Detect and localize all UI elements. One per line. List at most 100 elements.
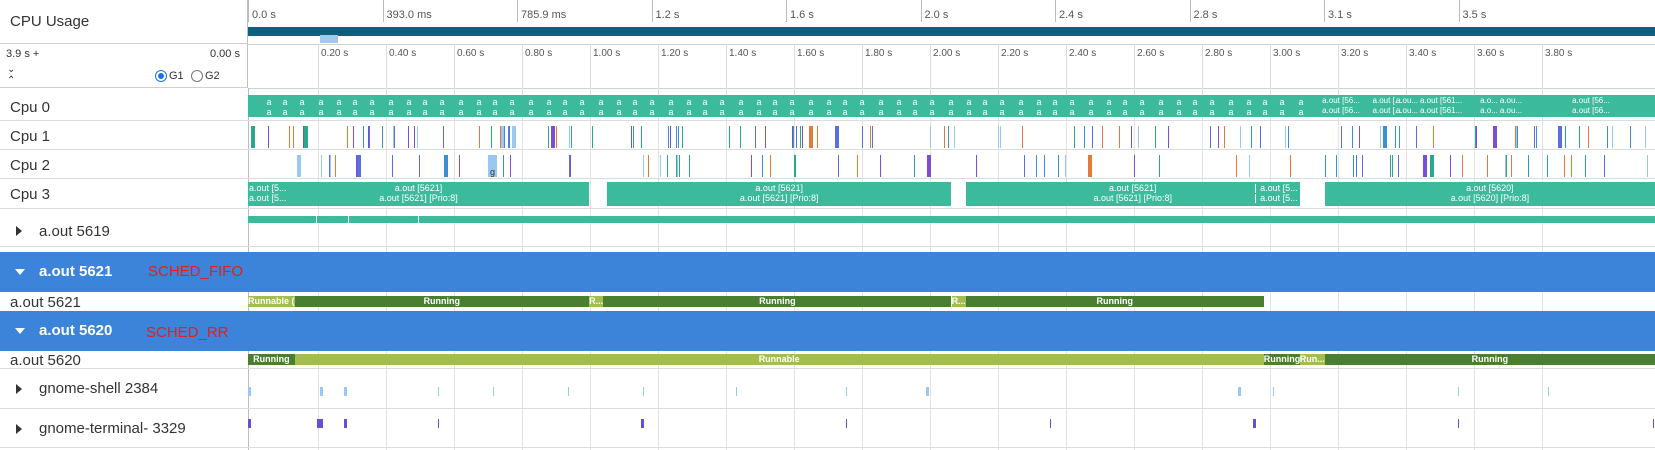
cpu1-mark[interactable] [267,126,269,148]
cpu1-mark[interactable] [491,126,493,148]
cpu1-mark[interactable] [1167,126,1169,148]
expand-chevron-icon[interactable]: ⌃ [7,75,15,86]
gnome-terminal-mark[interactable] [846,419,847,428]
cpu2-mark[interactable] [510,155,512,177]
cpu1-mark[interactable] [1415,126,1417,148]
radio-unselected-icon[interactable] [191,70,203,82]
thread-state-slice[interactable]: Running [294,296,589,307]
cpu0-slice[interactable]: a a [893,97,905,117]
cpu1-mark[interactable] [678,126,680,148]
cpu1-mark[interactable] [740,126,742,148]
cpu2-mark[interactable] [1355,155,1357,177]
cpu2-mark[interactable] [1065,155,1067,177]
cpu1-mark[interactable] [1630,126,1632,148]
cpu1-mark[interactable] [1492,126,1497,148]
cpu2-mark[interactable] [1449,155,1451,177]
cpu0-slice[interactable]: a a [716,97,728,117]
cpu1-mark[interactable] [1218,126,1220,148]
gnome-terminal-mark[interactable] [1653,419,1654,428]
summary-bar[interactable] [248,216,1655,223]
cpu0-slice[interactable]: a a [419,97,431,117]
cpu1-mark[interactable] [998,126,1000,148]
cpu1-mark[interactable] [1022,126,1024,148]
cpu0-slice[interactable]: a a [1136,97,1148,117]
cpu1-mark[interactable] [479,126,481,148]
overview-usage-bar[interactable] [248,27,1655,36]
cpu1-mark[interactable] [681,126,683,148]
cpu0-slice[interactable]: a a [296,97,308,117]
cpu0-slice[interactable]: a a [839,97,851,117]
cpu2-mark[interactable] [458,155,460,177]
cpu1-mark[interactable] [872,126,874,148]
cpu2-mark[interactable] [1158,155,1160,177]
cpu2-mark[interactable] [678,155,680,177]
thread-state-slice[interactable]: Run... [1299,354,1325,365]
cpu2-mark[interactable] [1235,155,1237,177]
cpu0-slice[interactable]: a a [613,97,625,117]
cpu2-mark[interactable] [1646,155,1648,177]
cpu1-mark[interactable] [556,126,558,148]
thread-state-slice[interactable]: Runnable (... [248,296,295,307]
cpu1-mark[interactable] [551,126,556,148]
cpu1-mark[interactable] [353,126,355,148]
cpu2-mark[interactable] [1546,155,1548,177]
cpu2-mark[interactable] [1486,155,1488,177]
cpu2-mark[interactable] [321,155,323,177]
cpu1-mark[interactable] [1284,126,1286,148]
gnome-terminal-mark[interactable] [248,419,251,428]
cpu2-mark[interactable] [794,155,796,177]
gnome-shell-mark[interactable] [344,387,347,396]
expand-arrow-icon[interactable] [16,424,22,434]
cpu2-mark[interactable] [857,155,859,177]
cpu0-slice[interactable]: a a [1189,97,1201,117]
cpu2-mark[interactable] [570,155,572,177]
gnome-terminal-mark[interactable] [1458,419,1459,428]
gnome-shell-mark[interactable] [736,387,737,396]
thread-state-slice[interactable]: Running [1324,354,1655,365]
cpu0-track[interactable]: a aa aa aa aa aa aa aa aa aa aa aa aa aa… [248,95,1655,117]
cpu1-mark[interactable] [861,126,863,148]
cpu0-slice[interactable]: a a [1066,97,1078,117]
cpu2-mark[interactable] [355,155,357,177]
process-5619-summary[interactable] [248,216,1655,224]
gnome-shell-mark[interactable] [643,387,644,396]
cpu1-mark[interactable] [948,126,950,148]
cpu1-mark[interactable] [289,126,291,148]
cpu0-slice[interactable]: a a [1225,97,1237,117]
cpu3-slice[interactable]: a.out [5620] a.out [5620] [Prio:8] [1324,182,1655,206]
gnome-terminal-mark[interactable] [344,419,347,428]
cpu2-mark[interactable] [1429,155,1434,177]
cpu0-slice[interactable]: a a [1155,97,1167,117]
cpu0-slice[interactable]: a a [1243,97,1255,117]
cpu0-slice[interactable]: a a [1295,97,1307,117]
cpu1-mark[interactable] [442,126,444,148]
cpu1-mark[interactable] [640,126,642,148]
cpu0-slice[interactable]: a a [699,97,711,117]
cpu0-slice[interactable]: a a [403,97,415,117]
collapse-arrow-icon[interactable] [15,328,25,334]
cpu2-mark[interactable] [1528,155,1530,177]
cpu0-slice[interactable]: a a [979,97,991,117]
cpu0-slice[interactable]: a a [1049,97,1061,117]
cpu0-slice[interactable]: a a [489,97,501,117]
cpu0-slice[interactable]: a a [385,97,397,117]
cpu2-mark[interactable] [643,155,645,177]
cpu1-mark[interactable] [1210,126,1212,148]
cpu0-slice[interactable]: a a [576,97,588,117]
cpu1-mark[interactable] [1358,126,1360,148]
cpu1-mark[interactable] [801,126,803,148]
cpu2-mark[interactable] [443,155,448,177]
gnome-shell-mark[interactable] [493,387,494,396]
cpu0-slice[interactable]: a a [1259,97,1271,117]
cpu1-mark[interactable] [1288,126,1290,148]
cpu0-slice[interactable]: a a [436,97,448,117]
cpu3-slice[interactable]: a.out [5621] a.out [5621] [Prio:8] a.out [… [248,182,589,206]
cpu2-track[interactable]: g [248,153,1655,177]
thread-state-slice[interactable]: Running [603,296,952,307]
process-row-5621[interactable]: a.out 5621 SCHED_FIFO [0,252,1655,292]
cpu1-mark[interactable] [303,126,305,148]
cpu1-mark[interactable] [1083,126,1085,148]
cpu1-mark[interactable] [795,126,797,148]
cpu1-mark[interactable] [793,126,795,148]
gnome-terminal-mark[interactable] [1253,419,1256,428]
